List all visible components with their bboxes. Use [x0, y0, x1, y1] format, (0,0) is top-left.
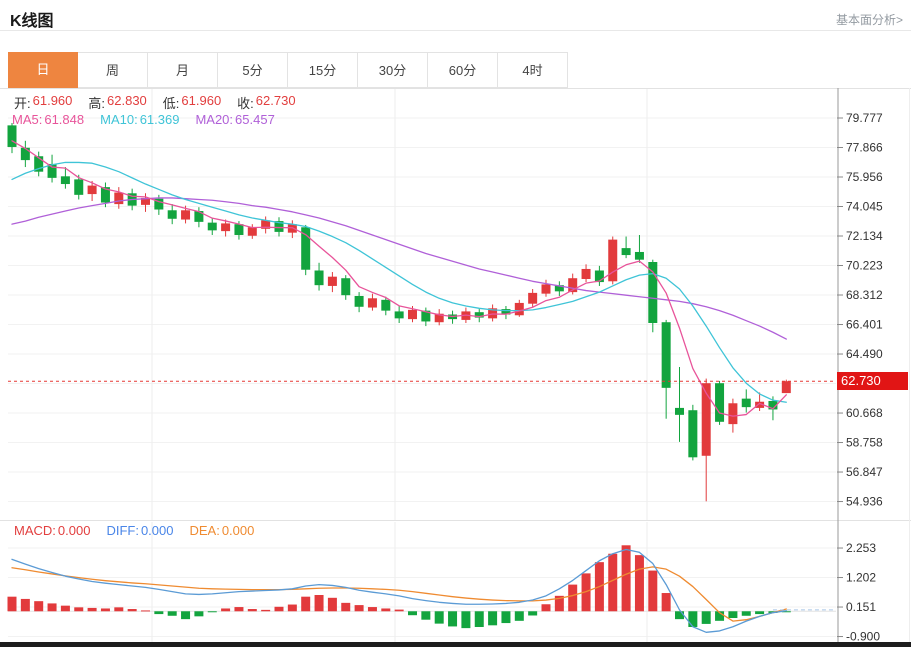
ohlc-item-1: 高:62.830 [88, 93, 146, 112]
tab-4时[interactable]: 4时 [498, 52, 568, 88]
axis-label-79.777: 79.777 [846, 111, 883, 125]
ohlc-value-3: 62.730 [256, 93, 296, 112]
macd-info-row: MACD:0.000DIFF:0.000DEA:0.000 [14, 523, 254, 538]
axis-label-77.866: 77.866 [846, 141, 883, 155]
axis-label-2.253: 2.253 [846, 541, 876, 555]
macd-label-0: MACD: [14, 523, 56, 538]
ohlc-label-3: 收: [237, 93, 254, 112]
kline-widget: K线图 基本面分析> 日周月5分15分30分60分4时 79.777 77.866… [0, 0, 911, 648]
tab-60分[interactable]: 60分 [428, 52, 498, 88]
ohlc-info-row: 开:61.960高:62.830低:61.960收:62.730 [14, 93, 296, 112]
axis-label-58.758: 58.758 [846, 436, 883, 450]
ma-item-1: MA10:61.369 [100, 112, 179, 127]
axis-label-66.401: 66.401 [846, 318, 883, 332]
ohlc-value-2: 61.960 [181, 93, 221, 112]
ma-label-0: MA5: [12, 112, 42, 127]
y-axis: 79.777 77.866 75.956 74.045 72.134 70.223 68.3… [837, 88, 883, 644]
axis-label-75.956: 75.956 [846, 170, 883, 184]
ohlc-item-3: 收:62.730 [237, 93, 295, 112]
macd-label-1: DIFF: [106, 523, 139, 538]
ma-item-0: MA5:61.848 [12, 112, 84, 127]
ma-label-1: MA10: [100, 112, 138, 127]
timeframe-tabbar: 日周月5分15分30分60分4时 [8, 52, 568, 88]
ohlc-value-0: 61.960 [33, 93, 73, 112]
ohlc-label-2: 低: [163, 93, 180, 112]
tab-月[interactable]: 月 [148, 52, 218, 88]
macd-bars [8, 545, 791, 628]
ma-value-0: 61.848 [44, 112, 84, 127]
axis-label-0.151: 0.151 [846, 600, 876, 614]
macd-value-2: 0.000 [222, 523, 255, 538]
axis-label-1.202: 1.202 [846, 571, 876, 585]
axis-label-56.847: 56.847 [846, 465, 883, 479]
tab-周[interactable]: 周 [78, 52, 148, 88]
ohlc-item-0: 开:61.960 [14, 93, 72, 112]
current-price-tag: 62.730 [837, 372, 908, 390]
axis-label-74.045: 74.045 [846, 199, 883, 213]
axis-label-60.668: 60.668 [846, 406, 883, 420]
macd-label-2: DEA: [189, 523, 219, 538]
header-divider [0, 30, 911, 31]
macd-item-2: DEA:0.000 [189, 523, 254, 538]
gridlines [0, 88, 911, 643]
tab-15分[interactable]: 15分 [288, 52, 358, 88]
ma-label-2: MA20: [195, 112, 233, 127]
axis-label-64.490: 64.490 [846, 347, 883, 361]
macd-item-0: MACD:0.000 [14, 523, 90, 538]
ohlc-label-0: 开: [14, 93, 31, 112]
ohlc-label-1: 高: [88, 93, 105, 112]
ma-info-row: MA5:61.848 MA10:61.369 MA20:65.457 [12, 112, 275, 127]
axis-label-70.223: 70.223 [846, 259, 883, 273]
axis-label-54.936: 54.936 [846, 495, 883, 509]
fundamental-analysis-link[interactable]: 基本面分析> [836, 11, 903, 28]
axis-label-72.134: 72.134 [846, 229, 883, 243]
tab-5分[interactable]: 5分 [218, 52, 288, 88]
ma-value-1: 61.369 [140, 112, 180, 127]
macd-item-1: DIFF:0.000 [106, 523, 173, 538]
macd-value-1: 0.000 [141, 523, 174, 538]
tab-30分[interactable]: 30分 [358, 52, 428, 88]
bottom-border-bar [0, 642, 911, 647]
ohlc-value-1: 62.830 [107, 93, 147, 112]
ma-value-2: 65.457 [235, 112, 275, 127]
ohlc-item-2: 低:61.960 [163, 93, 221, 112]
page-title: K线图 [10, 7, 54, 31]
tab-日[interactable]: 日 [8, 52, 78, 88]
ma-item-2: MA20:65.457 [195, 112, 274, 127]
macd-value-0: 0.000 [58, 523, 91, 538]
diff-line [12, 550, 786, 633]
axis-label-68.312: 68.312 [846, 288, 883, 302]
